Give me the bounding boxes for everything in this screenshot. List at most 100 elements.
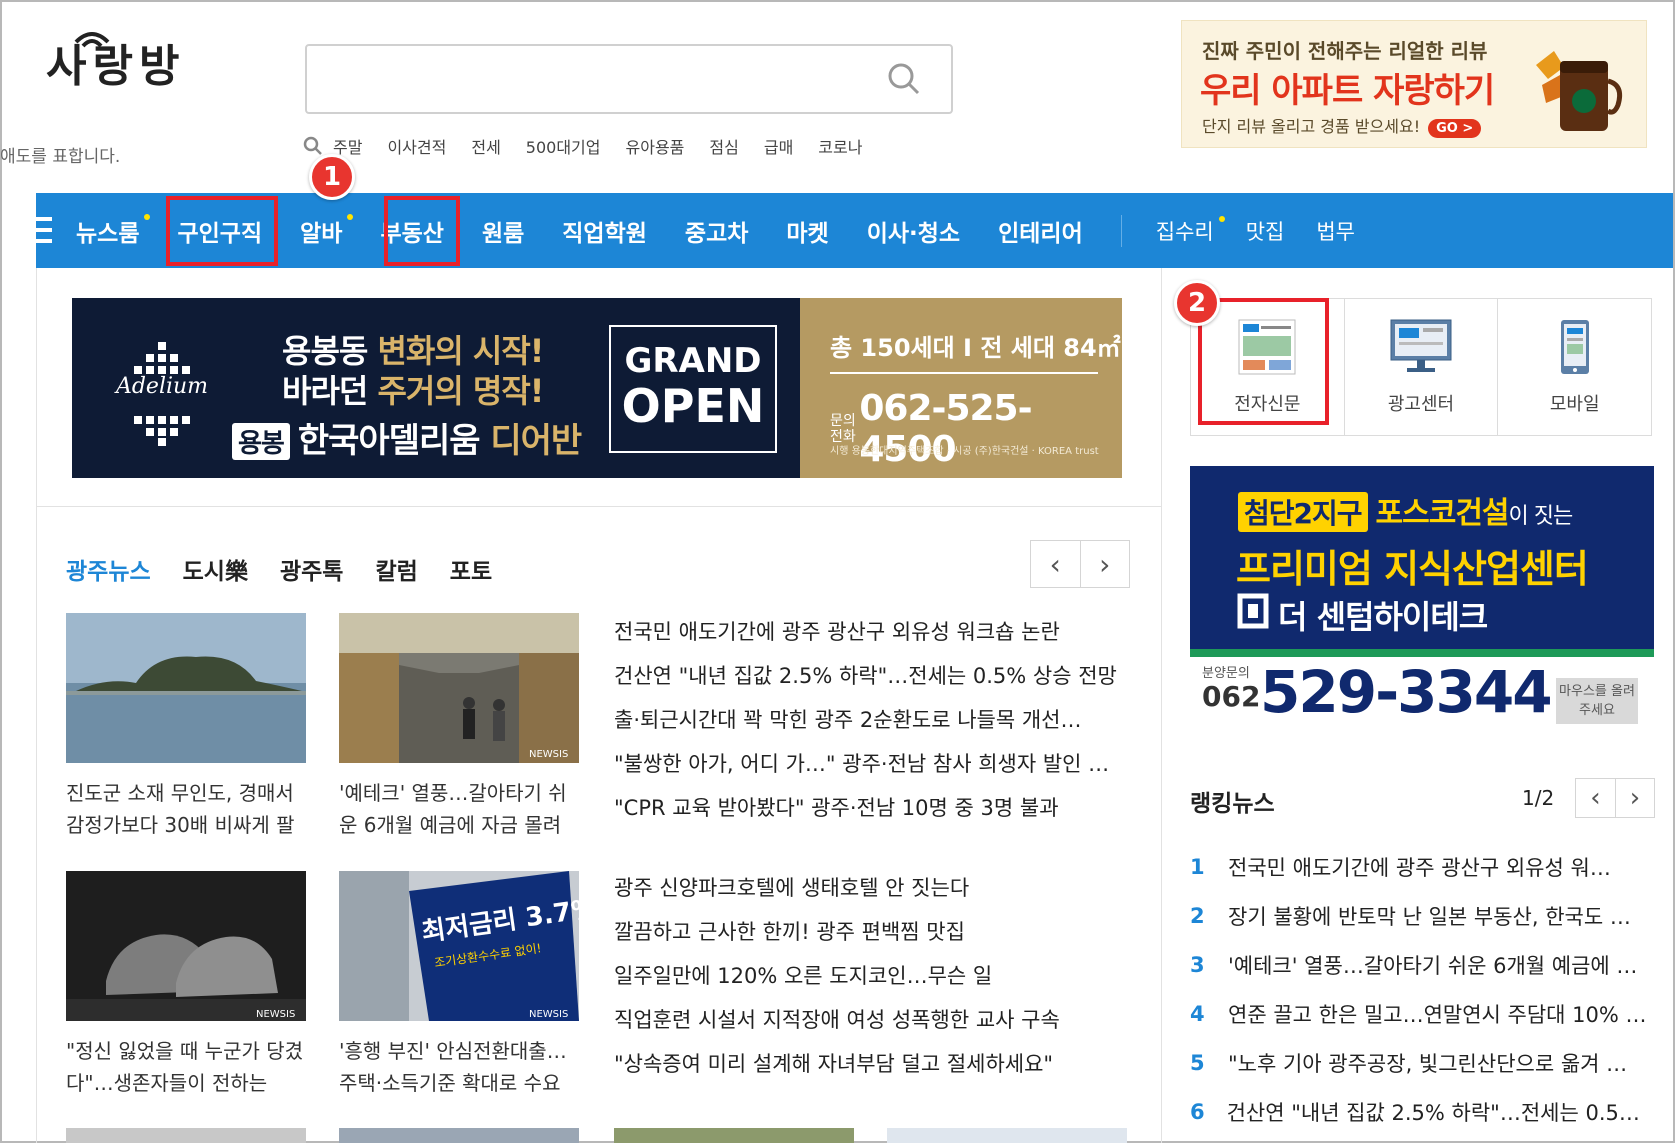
headline-link[interactable]: 광주 신양파크호텔에 생태호텔 안 짓는다 [614, 866, 1124, 910]
next-thumb[interactable] [887, 1128, 1127, 1143]
headline-link[interactable]: "CPR 교육 받아봤다" 광주·전남 10명 중 3명 불과 [614, 786, 1124, 830]
step-badge-2: 2 [1174, 280, 1220, 326]
nav-item-law[interactable]: 법무 [1316, 216, 1355, 246]
households-text: 총 150세대 I 전 세대 84㎡ [830, 334, 1121, 362]
banner-line3: 용봉 한국아델리움 디어반 [232, 413, 582, 462]
nav-divider [1120, 214, 1122, 247]
newsis-watermark: NEWSIS [529, 1009, 568, 1020]
nav-item-usedcar[interactable]: 중고차 [685, 214, 748, 248]
search-small-icon [303, 136, 322, 155]
nav-item-interior[interactable]: 인테리어 [998, 214, 1083, 248]
headline-link[interactable]: "상속증여 미리 설계해 자녀부담 덜고 절세하세요" [614, 1042, 1124, 1086]
news-card[interactable]: NEWSIS "정신 잃었을 때 누군가 당겼다"…생존자들이 전하는 [66, 871, 306, 1099]
ranking-item[interactable]: 3 '예테크' 열풍…갈아타기 쉬운 6개월 예금에 … [1190, 940, 1650, 989]
mobile-icon [1560, 320, 1589, 374]
ranking-list: 1 전국민 애도기간에 광주 광산구 외유성 워… 2 장기 불황에 반토막 난 일… [1190, 842, 1650, 1136]
ranking-item[interactable]: 1 전국민 애도기간에 광주 광산구 외유성 워… [1190, 842, 1650, 891]
loan-sign-photo: 최저금리 3.7% 조기상환수수료 없이! NEWSIS [339, 871, 599, 1021]
card-caption: "정신 잃었을 때 누군가 당겼다"…생존자들이 전하는 [66, 1039, 304, 1095]
tab-gwangju-talk[interactable]: 광주톡 [280, 552, 343, 586]
tab-city[interactable]: 도시樂 [183, 552, 248, 586]
centum-logo-icon [1237, 593, 1269, 629]
ranking-pager: ‹ › [1575, 778, 1655, 818]
news-card[interactable]: NEWSIS '예테크' 열풍…갈아타기 쉬운 6개월 예금에 자금 몰려 [339, 613, 579, 841]
apartment-ad-banner[interactable]: Adelium 용봉동 변화의 시작! 바라던 주거의 명작! 용봉 한국아델리움… [72, 298, 1122, 478]
ranking-next-button[interactable]: › [1615, 778, 1655, 818]
ranking-prev-button[interactable]: ‹ [1575, 778, 1615, 818]
next-button[interactable]: › [1081, 541, 1130, 587]
ranking-item[interactable]: 5 "노후 기아 광주공장, 빛그린산단으로 옮겨 … [1190, 1038, 1650, 1087]
search-icon[interactable] [887, 62, 921, 96]
search-input[interactable] [305, 44, 953, 114]
keyword-link[interactable]: 점심 [709, 134, 738, 158]
next-thumb[interactable] [339, 1128, 579, 1143]
card-caption: '예테크' 열풍…갈아타기 쉬운 6개월 예금에 자금 몰려 [339, 781, 567, 837]
ranking-item[interactable]: 6 건산연 "내년 집값 2.5% 하락"…전세는 0.5% … [1190, 1087, 1650, 1136]
top-ad-line1: 진짜 주민이 전해주는 리얼한 리뷰 [1202, 39, 1488, 63]
headline-link[interactable]: "불쌍한 아가, 어디 가…" 광주·전남 참사 희생자 발인 … [614, 742, 1124, 786]
news-pager: ‹ › [1030, 540, 1130, 588]
highlight-realestate [384, 196, 460, 266]
keyword-link[interactable]: 급매 [764, 134, 793, 158]
nav-item-food[interactable]: 맛집 [1246, 216, 1285, 246]
ranking-item[interactable]: 2 장기 불황에 반토막 난 일본 부동산, 한국도 … [1190, 891, 1650, 940]
keyword-link[interactable]: 500대기업 [526, 134, 601, 158]
headline-link[interactable]: 깔끔하고 근사한 한끼! 광주 편백찜 맛집 [614, 910, 1124, 954]
section-divider [36, 506, 1162, 507]
mobile-link[interactable]: 모바일 [1498, 299, 1651, 435]
top-ad-banner[interactable]: 진짜 주민이 전해주는 리얼한 리뷰 우리 아파트 자랑하기 단지 리뷰 올리고… [1181, 20, 1647, 148]
keyword-link[interactable]: 이사견적 [387, 134, 446, 158]
headline-list-2: 광주 신양파크호텔에 생태호텔 안 짓는다 깔끔하고 근사한 한끼! 광주 편백… [614, 866, 1124, 1086]
prev-button[interactable]: ‹ [1031, 541, 1081, 587]
nav-item-market[interactable]: 마켓 [786, 214, 828, 248]
nav-item-alba[interactable]: 알바 [300, 213, 354, 248]
banner-brand-name: Adelium [102, 374, 222, 399]
news-card[interactable]: 최저금리 3.7% 조기상환수수료 없이! NEWSIS '흥행 부진' 안심전… [339, 871, 599, 1099]
news-tabs: 광주뉴스 도시樂 광주톡 칼럼 포토 [66, 552, 524, 586]
headline-link[interactable]: 건산연 "내년 집값 2.5% 하락"…전세는 0.5% 상승 전망 [614, 654, 1124, 698]
headline-link[interactable]: 일주일만에 120% 오른 도지코인…무슨 일 [614, 954, 1124, 998]
banner-phone: 문의 전화 062-525-4500 [830, 388, 1033, 470]
site-logo[interactable]: 사랑방 [46, 30, 185, 94]
nav-item-repair[interactable]: 집수리 [1156, 215, 1225, 246]
headline-link[interactable]: 전국민 애도기간에 광주 광산구 외유성 워크숍 논란 [614, 610, 1124, 654]
next-thumb[interactable] [66, 1128, 306, 1143]
card-caption: 진도군 소재 무인도, 경매서 감정가보다 30배 비싸게 팔 [66, 781, 295, 837]
highlight-e-paper [1198, 298, 1329, 425]
new-dot [1218, 215, 1225, 222]
nav-item-oneroom[interactable]: 원룸 [482, 214, 524, 248]
tab-photo[interactable]: 포토 [450, 552, 492, 586]
ad-center-link[interactable]: 광고센터 [1345, 299, 1499, 435]
nav-item-newsroom[interactable]: 뉴스룸 [76, 213, 151, 248]
side-ad-hint: 마우스를 올려주세요 [1556, 678, 1638, 724]
ranking-item[interactable]: 4 연준 끌고 한은 밀고…연말연시 주담대 10% … [1190, 989, 1650, 1038]
card-caption: '흥행 부진' 안심전환대출…주택·소득기준 확대로 수요 [339, 1039, 567, 1095]
headline-list-1: 전국민 애도기간에 광주 광산구 외유성 워크숍 논란 건산연 "내년 집값 2… [614, 610, 1124, 830]
go-button[interactable]: GO > [1428, 119, 1482, 138]
headline-link[interactable]: 출·퇴근시간대 꽉 막힌 광주 2순환도로 나들목 개선… [614, 698, 1124, 742]
news-card[interactable]: 진도군 소재 무인도, 경매서 감정가보다 30배 비싸게 팔 [66, 613, 306, 841]
banner-footer: 시행 용봉한대지역주택조합 · 시공 (주)한국건설 · KOREA trust [830, 446, 1099, 457]
side-ad-stripe [1190, 649, 1654, 657]
headline-link[interactable]: 직업훈련 시설서 지적장애 여성 성폭행한 교사 구속 [614, 998, 1124, 1042]
step-badge-1: 1 [309, 154, 355, 200]
keyword-link[interactable]: 유아용품 [626, 134, 685, 158]
banner-right: 총 150세대 I 전 세대 84㎡ 문의 전화 062-525-4500 시행 … [800, 298, 1122, 478]
side-ad-banner[interactable]: 첨단2지구 포스코건설이 짓는 프리미엄 지식산업센터 더 센텀하이테크 분양문의… [1190, 466, 1654, 736]
hamburger-icon[interactable] [36, 215, 52, 245]
highlight-jobs [166, 196, 278, 266]
top-ad-line3: 단지 리뷰 올리고 경품 받으세요! GO > [1202, 113, 1482, 138]
newsis-watermark: NEWSIS [529, 749, 568, 760]
nav-item-moving[interactable]: 이사·청소 [867, 214, 960, 248]
nav-item-academy[interactable]: 직업학원 [562, 214, 647, 248]
keyword-link[interactable]: 코로나 [818, 134, 862, 158]
side-ad-line2: 프리미엄 지식산업센터 [1236, 547, 1589, 591]
new-dot [144, 213, 151, 220]
banner-line2: 바라던 주거의 명작! [282, 372, 544, 410]
top-ad-line2: 우리 아파트 자랑하기 [1200, 71, 1495, 111]
next-thumb[interactable] [614, 1128, 854, 1143]
tab-gwangju-news[interactable]: 광주뉴스 [66, 552, 151, 586]
side-ad-line1: 첨단2지구 포스코건설이 짓는 [1238, 488, 1573, 532]
tab-column[interactable]: 칼럼 [375, 552, 417, 586]
keyword-link[interactable]: 전세 [471, 134, 500, 158]
